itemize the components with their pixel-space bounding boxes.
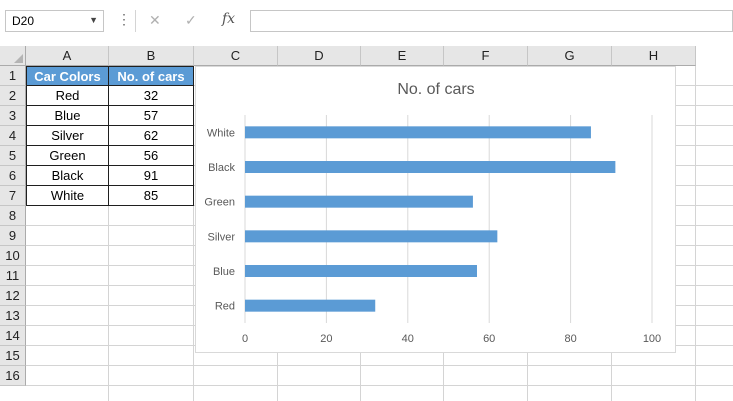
column-header-f[interactable]: F	[444, 46, 528, 66]
table-cell[interactable]: 85	[108, 186, 194, 206]
x-tick-label: 80	[564, 333, 576, 345]
bar-silver	[245, 230, 498, 243]
chevron-down-icon[interactable]: ▼	[89, 15, 98, 25]
column-header-b[interactable]: B	[109, 46, 194, 66]
column-header-a[interactable]: A	[26, 46, 109, 66]
name-box[interactable]: D20 ▼	[5, 10, 104, 32]
more-options-icon[interactable]: ⋮	[117, 12, 131, 26]
row-header-4[interactable]: 4	[0, 126, 26, 146]
table-cell[interactable]: Silver	[26, 126, 109, 146]
row-header-10[interactable]: 10	[0, 246, 26, 266]
bar-red	[245, 299, 376, 312]
insert-function-button[interactable]: fx	[222, 11, 235, 27]
select-all-button[interactable]	[0, 46, 26, 66]
formula-bar: D20 ▼ ⋮ ✕ ✓ fx	[0, 0, 733, 46]
table-cell[interactable]: 91	[108, 166, 194, 186]
cancel-icon[interactable]: ✕	[149, 12, 161, 29]
row-header-7[interactable]: 7	[0, 186, 26, 206]
column-header-c[interactable]: C	[194, 46, 278, 66]
table-header-cell[interactable]: No. of cars	[108, 66, 194, 86]
row-header-13[interactable]: 13	[0, 306, 26, 326]
grid-row-line	[26, 385, 733, 386]
bar-blue	[245, 265, 477, 277]
table-cell[interactable]: Red	[26, 86, 109, 106]
formula-bar-separator	[135, 10, 136, 32]
grid-row-line	[26, 365, 733, 366]
chart-title: No. of cars	[397, 81, 474, 98]
x-tick-label: 100	[643, 333, 661, 345]
row-header-2[interactable]: 2	[0, 86, 26, 106]
name-box-value: D20	[12, 14, 35, 28]
grid-column-line	[695, 66, 696, 401]
row-header-1[interactable]: 1	[0, 66, 26, 86]
row-header-8[interactable]: 8	[0, 206, 26, 226]
table-cell[interactable]: 62	[108, 126, 194, 146]
row-header-3[interactable]: 3	[0, 106, 26, 126]
x-tick-label: 60	[483, 333, 495, 345]
bar-white	[245, 126, 591, 139]
x-tick-label: 0	[242, 333, 248, 345]
select-all-triangle-icon	[14, 54, 23, 63]
table-header-cell[interactable]: Car Colors	[26, 66, 109, 86]
table-cell[interactable]: 57	[108, 106, 194, 126]
row-header-14[interactable]: 14	[0, 326, 26, 346]
bar-green	[245, 195, 473, 208]
table-cell[interactable]: 56	[108, 146, 194, 166]
y-category-label: Blue	[213, 266, 235, 278]
column-header-h[interactable]: H	[612, 46, 696, 66]
column-header-e[interactable]: E	[361, 46, 444, 66]
row-header-16[interactable]: 16	[0, 366, 26, 386]
table-cell[interactable]: Green	[26, 146, 109, 166]
y-category-label: White	[207, 127, 235, 139]
table-cell[interactable]: Black	[26, 166, 109, 186]
column-header-g[interactable]: G	[528, 46, 612, 66]
table-cell[interactable]: Blue	[26, 106, 109, 126]
row-header-11[interactable]: 11	[0, 266, 26, 286]
table-cell[interactable]: White	[26, 186, 109, 206]
chart-svg: No. of cars 0 20 40 60 80 100 Red Blue Silver Gree…	[204, 81, 661, 345]
bar-black	[245, 161, 616, 173]
y-category-label: Red	[215, 301, 235, 313]
row-header-9[interactable]: 9	[0, 226, 26, 246]
enter-check-icon[interactable]: ✓	[185, 12, 197, 29]
column-header-d[interactable]: D	[278, 46, 361, 66]
row-header-5[interactable]: 5	[0, 146, 26, 166]
y-category-label: Green	[204, 197, 235, 209]
table-cell[interactable]: 32	[108, 86, 194, 106]
row-header-15[interactable]: 15	[0, 346, 26, 366]
y-category-label: Silver	[207, 231, 235, 243]
bar-chart[interactable]: No. of cars 0 20 40 60 80 100 Red Blue Silver Gree…	[195, 66, 676, 353]
row-header-12[interactable]: 12	[0, 286, 26, 306]
y-category-label: Black	[208, 162, 235, 174]
x-tick-label: 20	[320, 333, 332, 345]
row-header-6[interactable]: 6	[0, 166, 26, 186]
formula-input[interactable]	[250, 10, 733, 32]
x-tick-label: 40	[402, 333, 414, 345]
